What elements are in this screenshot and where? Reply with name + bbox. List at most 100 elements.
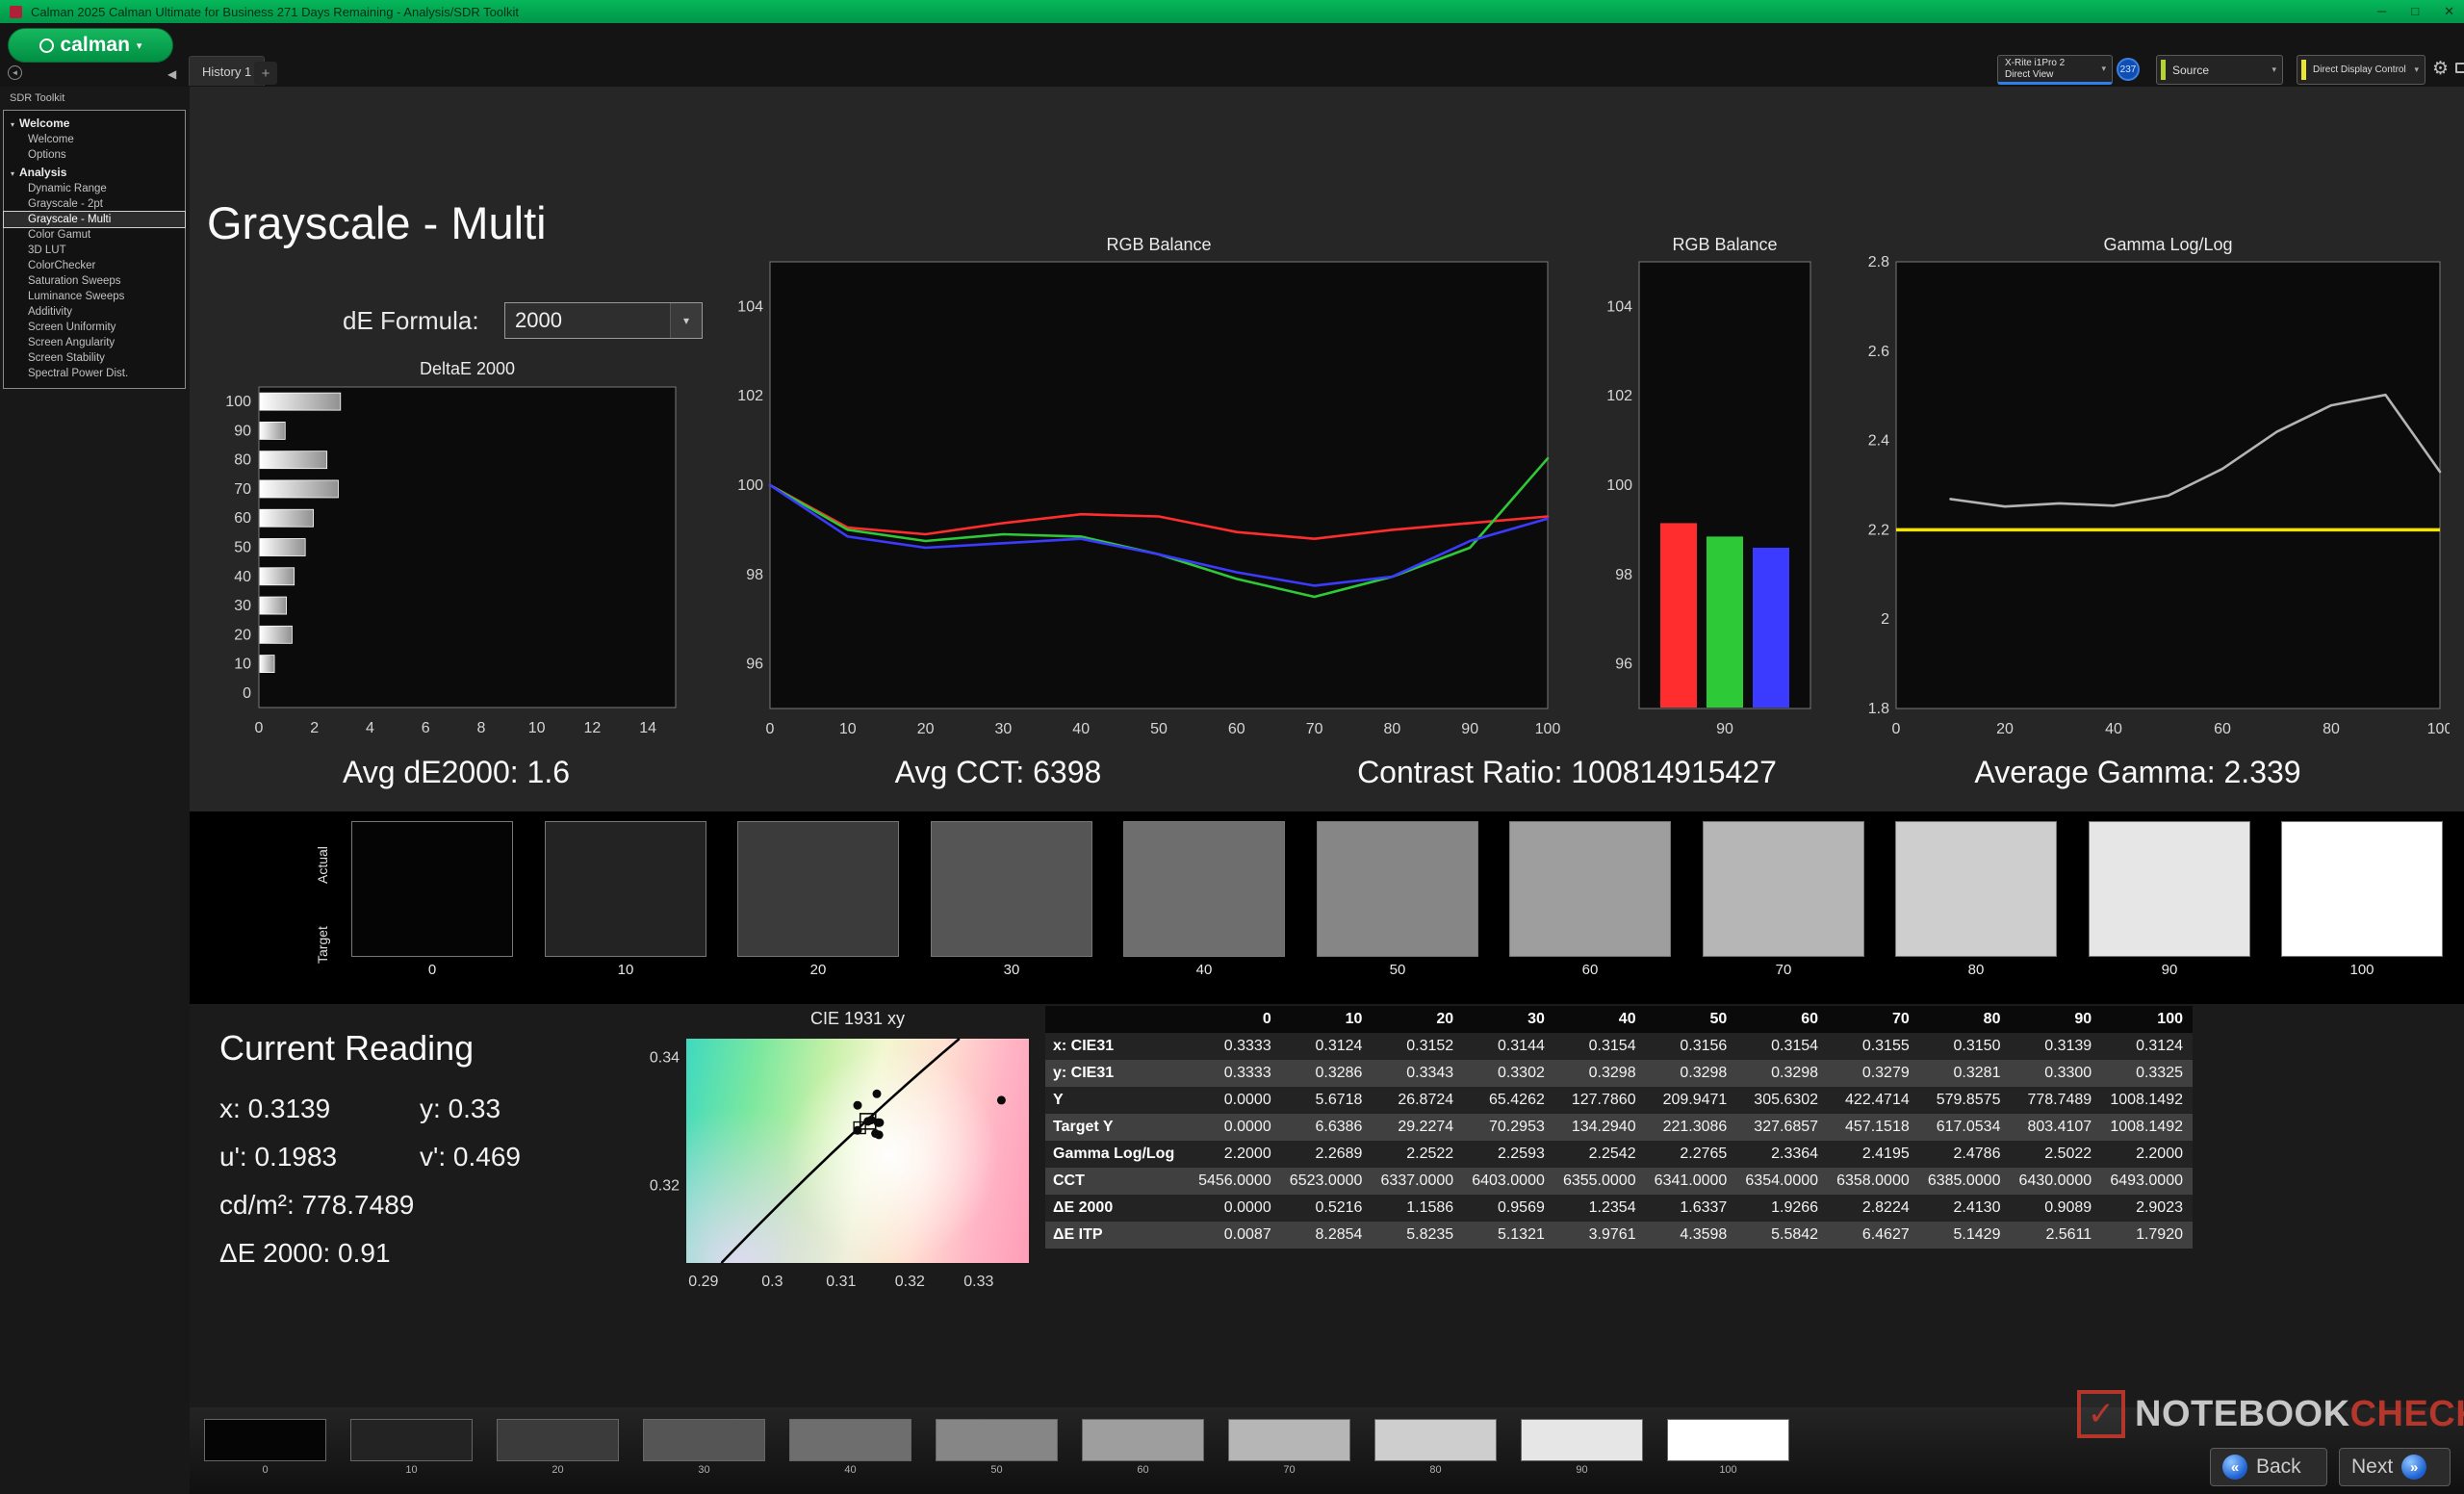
table-cell: 5456.0000 [1198,1172,1271,1189]
table-row-x-cie31: x: CIE31 0.3333 0.3124 0.3152 0.3144 0.3154 0.… [1045,1033,2193,1060]
svg-text:70: 70 [1306,721,1323,737]
de-formula-value: 2000 [515,308,562,332]
tree-item-spectral-power-dist[interactable]: Spectral Power Dist. [4,366,185,381]
tree-item-screen-uniformity[interactable]: Screen Uniformity [4,320,185,335]
table-cell: 0.3155 [1861,1038,1910,1054]
svg-text:80: 80 [2323,721,2340,737]
footer-swatch-label: 80 [1429,1464,1442,1476]
row-label: x: CIE31 [1053,1038,1115,1054]
tree-expander-icon[interactable]: ▾ [11,169,14,178]
svg-text:20: 20 [1996,721,2014,737]
table-cell: 457.1518 [1845,1119,1910,1135]
table-cell: 0.3281 [1953,1065,2001,1081]
footer-swatch-label: 50 [990,1464,1003,1476]
calman-logo-text: calman [60,34,130,56]
tree-section-welcome[interactable]: ▾ Welcome [4,114,185,132]
notebookcheck-logo-text: NOTEBOOKCHECK [2135,1393,2464,1434]
gray-swatch-70: 70 [1703,821,1864,978]
footer-swatch-label: 70 [1283,1464,1296,1476]
sidebar-collapse-icon[interactable]: ◀ [167,67,176,81]
svg-text:10: 10 [528,720,546,736]
tree-item-options[interactable]: Options [4,147,185,163]
row-label: y: CIE31 [1053,1065,1115,1081]
tree-item-screen-angularity[interactable]: Screen Angularity [4,335,185,350]
table-cell: 6385.0000 [1927,1172,2001,1189]
table-cell: 0.5216 [1315,1199,1363,1216]
tree-item-color-gamut[interactable]: Color Gamut [4,227,185,243]
table-row-gamma-log-log: Gamma Log/Log 2.2000 2.2689 2.2522 2.2593 2.2… [1045,1141,2193,1168]
table-cell: 2.2689 [1315,1146,1363,1162]
actual-row-label: Actual [315,846,330,885]
tree-item-grayscale-2pt[interactable]: Grayscale - 2pt [4,196,185,212]
table-cell: 0.3150 [1953,1038,2001,1054]
table-cell: 2.4195 [1861,1146,1910,1162]
table-cell: 5.6718 [1315,1092,1363,1108]
tab-bar: calman ▾ ◄ ◀ History 1 + X-Rite i1Pro 2 … [0,23,2464,87]
maximize-button[interactable]: □ [2411,4,2419,19]
table-cell: 0.9089 [2044,1199,2092,1216]
table-cell: 2.4786 [1953,1146,2001,1162]
footer-swatch-label: 100 [1719,1464,1737,1476]
gray-swatch-patch-40 [1123,821,1285,957]
tree-item-luminance-sweeps[interactable]: Luminance Sweeps [4,289,185,304]
svg-text:60: 60 [2214,721,2231,737]
table-cell: 2.2542 [1588,1146,1636,1162]
tree-expander-icon[interactable]: ▾ [11,120,14,129]
add-tab-button[interactable]: + [254,62,277,85]
svg-text:CIE 1931 xy: CIE 1931 xy [810,1009,905,1028]
svg-text:30: 30 [234,598,251,614]
table-cell: 70.2953 [1489,1119,1545,1135]
tree-section-analysis[interactable]: ▾ Analysis [4,163,185,181]
footer-swatch-30: 30 [643,1419,765,1476]
table-cell: 0.0000 [1223,1092,1271,1108]
table-row-y-cie31: y: CIE31 0.3333 0.3286 0.3343 0.3302 0.3298 0.… [1045,1060,2193,1087]
column-header-90: 90 [2010,1006,2102,1033]
table-cell: 6355.0000 [1562,1172,1636,1189]
gray-swatch-patch-10 [545,821,706,957]
gray-swatch-patch-90 [2089,821,2250,957]
target-row-label: Target [315,926,330,965]
footer-swatch-patch-90 [1521,1419,1643,1461]
tree-item-screen-stability[interactable]: Screen Stability [4,350,185,366]
back-button[interactable]: « Back [2210,1448,2327,1486]
tree-item-3d-lut[interactable]: 3D LUT [4,243,185,258]
de-formula-dropdown[interactable]: 2000 ▾ [504,302,703,339]
tree-item-dynamic-range[interactable]: Dynamic Range [4,181,185,196]
tree-item-grayscale-multi[interactable]: Grayscale - Multi [3,211,186,228]
meter-selector[interactable]: X-Rite i1Pro 2 Direct View ▾ [1997,55,2113,85]
svg-text:20: 20 [917,721,935,737]
table-cell: 422.4714 [1845,1092,1910,1108]
next-button[interactable]: Next » [2339,1448,2451,1486]
table-cell: 65.4262 [1489,1092,1545,1108]
close-button[interactable]: ✕ [2444,4,2454,19]
table-cell: 0.0000 [1223,1119,1271,1135]
minimize-button[interactable]: ─ [2377,4,2386,19]
table-cell: 0.3286 [1315,1065,1363,1081]
gray-swatch-50: 50 [1317,821,1478,978]
tree-item-welcome[interactable]: Welcome [4,132,185,147]
table-cell: 0.3343 [1406,1065,1454,1081]
svg-text:2: 2 [310,720,319,736]
calman-menu-button[interactable]: calman ▾ [8,28,173,63]
gear-icon[interactable]: ⚙ [2432,58,2449,80]
display-control-selector[interactable]: Direct Display Control ▾ [2297,55,2426,85]
svg-text:0.34: 0.34 [650,1049,680,1066]
current-reading-title: Current Reading [219,1028,475,1068]
table-cell: 2.3364 [1771,1146,1819,1162]
workflow-back-icon[interactable]: ◄ [8,65,22,80]
source-selector[interactable]: Source ▾ [2156,55,2283,85]
column-header-50: 50 [1645,1006,1737,1033]
svg-text:100: 100 [1535,721,1561,737]
tree-item-colorchecker[interactable]: ColorChecker [4,258,185,273]
footer-swatch-label: 30 [698,1464,710,1476]
svg-text:14: 14 [639,720,656,736]
table-cell: 134.2940 [1571,1119,1636,1135]
svg-text:40: 40 [1072,721,1090,737]
tree-item-saturation-sweeps[interactable]: Saturation Sweeps [4,273,185,289]
monitor-icon[interactable] [2455,63,2464,73]
de-value: 0.91 [338,1238,391,1268]
table-cell: 4.3598 [1680,1226,1728,1243]
tree-item-additivity[interactable]: Additivity [4,304,185,320]
chevron-down-icon: ▾ [136,39,142,52]
gray-swatch-label: 0 [427,962,437,978]
